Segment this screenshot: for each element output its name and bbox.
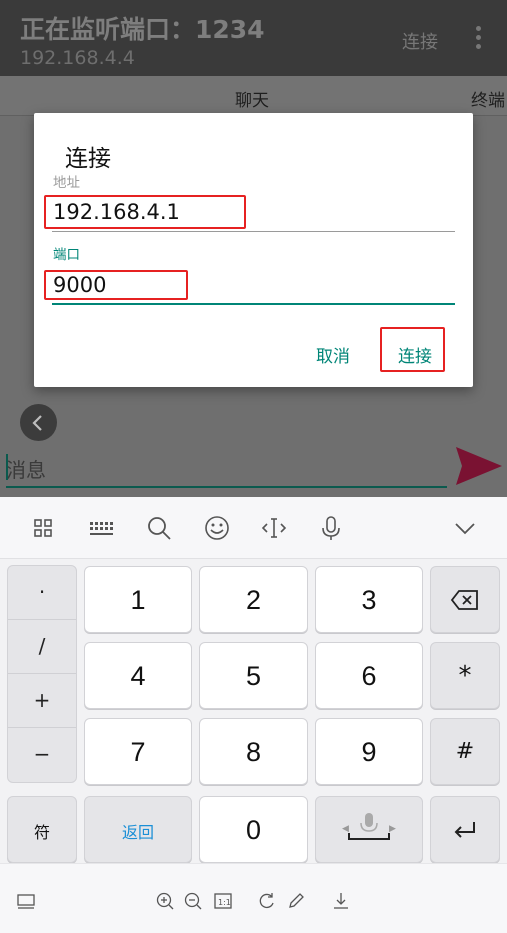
symbol-column: · / + −: [7, 565, 77, 783]
svg-text:◀: ◀: [342, 824, 349, 834]
hash-key[interactable]: #: [430, 718, 500, 785]
key-3[interactable]: 3: [315, 566, 423, 633]
key-7[interactable]: 7: [84, 718, 192, 785]
microphone-icon[interactable]: [317, 514, 345, 542]
key-4[interactable]: 4: [84, 642, 192, 709]
message-placeholder: 消息: [6, 458, 46, 482]
symbol-key[interactable]: /: [8, 620, 76, 674]
edit-icon[interactable]: [286, 891, 306, 911]
tab-bar: 聊天 终端: [0, 76, 507, 116]
text-cursor: [6, 454, 8, 480]
port-label: 端口: [53, 247, 80, 263]
key-0[interactable]: 0: [199, 796, 308, 863]
chevron-left-icon: [32, 415, 42, 431]
connect-dialog: 连接 地址 192.168.4.1 端口 9000 取消 连接: [34, 113, 473, 387]
zoom-out-icon[interactable]: [183, 891, 203, 911]
backspace-key[interactable]: [430, 566, 500, 633]
app-connect-button[interactable]: 连接: [402, 28, 438, 54]
zoom-in-icon[interactable]: [155, 891, 175, 911]
chevron-down-icon[interactable]: [451, 514, 479, 542]
actual-size-icon[interactable]: 1:1: [213, 891, 233, 911]
message-input[interactable]: 消息: [6, 452, 447, 488]
microphone-icon: ◀ ▶: [342, 813, 396, 840]
key-2[interactable]: 2: [199, 566, 308, 633]
key-8[interactable]: 8: [199, 718, 308, 785]
svg-text:1:1: 1:1: [218, 898, 231, 907]
rotate-icon[interactable]: [257, 891, 277, 911]
symbol-key[interactable]: +: [8, 674, 76, 728]
enter-key[interactable]: [430, 796, 500, 863]
asterisk-key[interactable]: *: [430, 642, 500, 709]
key-9[interactable]: 9: [315, 718, 423, 785]
emoji-icon[interactable]: [203, 514, 231, 542]
send-icon[interactable]: [454, 445, 504, 487]
cursor-icon[interactable]: [260, 514, 288, 542]
return-key[interactable]: 返回: [84, 796, 192, 863]
symbol-switch-key[interactable]: 符: [7, 796, 77, 863]
key-6[interactable]: 6: [315, 642, 423, 709]
cancel-button[interactable]: 取消: [316, 342, 350, 367]
keyboard-icon[interactable]: [88, 514, 116, 542]
download-icon[interactable]: [331, 891, 351, 911]
bottom-toolbar: 1:1: [0, 863, 507, 933]
app-subtitle: 192.168.4.4: [20, 47, 135, 69]
port-field[interactable]: 9000: [52, 269, 455, 305]
space-key[interactable]: ◀ ▶: [315, 796, 423, 863]
key-1[interactable]: 1: [84, 566, 192, 633]
backspace-icon: [450, 590, 478, 610]
symbol-key[interactable]: −: [8, 728, 76, 782]
address-field[interactable]: 192.168.4.1: [52, 196, 455, 232]
address-label: 地址: [53, 175, 80, 191]
search-icon[interactable]: [145, 514, 173, 542]
app-title: 正在监听端口：1234: [20, 15, 265, 44]
grid-icon[interactable]: [29, 514, 57, 542]
key-5[interactable]: 5: [199, 642, 308, 709]
back-button[interactable]: [20, 404, 57, 441]
enter-icon: [454, 822, 475, 838]
dialog-title: 连接: [65, 146, 111, 172]
svg-text:▶: ▶: [389, 824, 396, 834]
overflow-menu-icon[interactable]: [470, 26, 486, 52]
app-bar: 正在监听端口：1234 192.168.4.4 连接: [0, 0, 507, 76]
tab-terminal[interactable]: 终端: [471, 86, 505, 111]
symbol-key[interactable]: ·: [8, 566, 76, 620]
tab-chat[interactable]: 聊天: [235, 86, 269, 111]
confirm-connect-button[interactable]: 连接: [398, 342, 432, 367]
keyboard-toolbar: [0, 497, 507, 559]
keyboard-toggle-icon[interactable]: [16, 891, 36, 911]
